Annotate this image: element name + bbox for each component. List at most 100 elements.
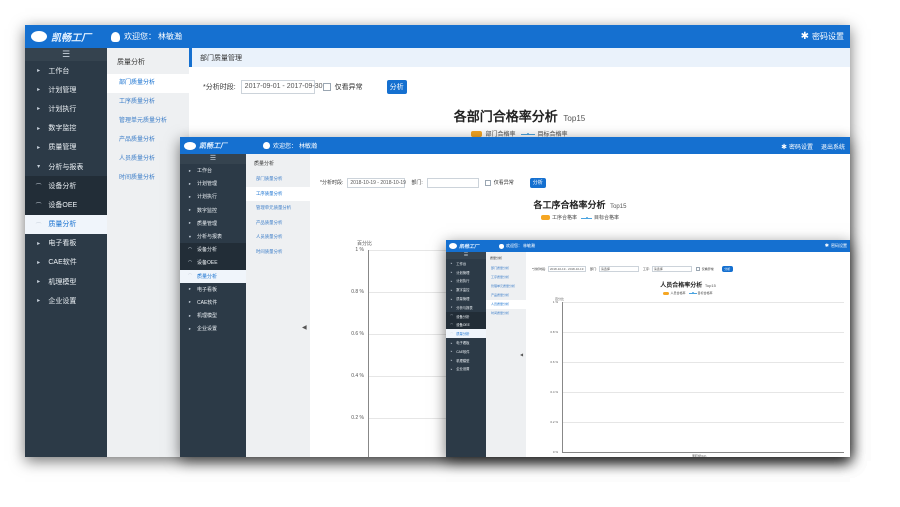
chevron-right-icon: ▸ [188,180,192,186]
subnav-item[interactable]: 人员质量分析 [486,300,526,309]
sidebar-item[interactable]: ▾ 分析与报表 [446,303,486,312]
subnav-item[interactable]: 部门质量分析 [486,264,526,273]
sidebar-item-label: 质量分析 [456,332,470,337]
sidebar-item-label: 设备分析 [48,182,77,190]
sidebar-item[interactable]: ▸ CAE软件 [25,253,107,272]
sidebar-item[interactable]: ▸ 企业设置 [446,365,486,374]
y-tick-label: 0.2 % [351,415,364,421]
process-select[interactable]: 请选择 [651,265,692,272]
subnav-item[interactable]: 产品质量分析 [107,131,189,150]
sidebar-item[interactable]: ▸ 电子看板 [180,283,246,296]
sidebar-item[interactable]: ▾ 分析与报表 [25,157,107,176]
subnav-item[interactable]: 人员质量分析 [107,150,189,169]
subnav-item[interactable]: 管理单元质量分析 [486,282,526,291]
password-settings-link[interactable]: 密码设置 [789,142,813,151]
sidebar-item[interactable]: ⌒ 设备分析 [25,176,107,196]
sidebar-item[interactable]: ⌒ 质量分析 [180,269,246,283]
only-abnormal-checkbox[interactable] [322,82,331,91]
subnav-item[interactable]: 管理单元质量分析 [246,201,310,216]
period-input[interactable]: 2017-09-01 - 2017-09-30 [240,79,323,94]
logo: 凯畅工厂 [31,29,91,44]
chevron-down-icon: ▾ [188,233,192,239]
sidebar-item[interactable]: ▾ 分析与报表 [180,230,246,243]
sidebar-item[interactable]: ▸ 企业设置 [25,291,107,310]
sidebar-item[interactable]: ▸ 企业设置 [180,322,246,335]
sidebar-item[interactable]: ▸ 工作台 [446,259,486,268]
sidebar-item[interactable]: ▸ CAE软件 [446,347,486,356]
logo: 凯畅工厂 [184,141,227,151]
sidebar-item[interactable]: ▸ 质量管理 [25,138,107,157]
sidebar-item[interactable]: ▸ 电子看板 [25,234,107,253]
subnav-item[interactable]: 工序质量分析 [486,273,526,282]
subnav-item[interactable]: 部门质量分析 [246,172,310,187]
collapse-handle[interactable]: ◀ [302,324,307,331]
sidebar-item[interactable]: ▸ CAE软件 [180,296,246,309]
menu-icon[interactable]: ☰ [25,48,107,61]
sidebar-item-label: 计划执行 [456,279,470,284]
subnav-item[interactable]: 时间质量分析 [107,169,189,188]
period-input[interactable]: 2018-10-19 - 2018-10-19 [347,177,406,188]
subnav-item[interactable]: 部门质量分析 [107,74,189,93]
analyze-button[interactable]: 分析 [529,177,546,188]
subnav-item[interactable]: 时间质量分析 [246,245,310,260]
subnav-item[interactable]: 人员质量分析 [246,230,310,245]
only-abnormal-checkbox[interactable] [484,179,491,186]
sidebar-item[interactable]: ▸ 数字监控 [25,119,107,138]
analyze-button[interactable]: 分析 [721,265,733,272]
sidebar-item[interactable]: ▸ 机理模型 [446,356,486,365]
sidebar-item[interactable]: ▸ 计划管理 [180,177,246,190]
subnav-item[interactable]: 产品质量分析 [246,216,310,231]
analyze-button[interactable]: 分析 [386,79,407,94]
menu-icon[interactable]: ☰ [446,252,486,259]
sidebar-item[interactable]: ⌒ 设备分析 [446,311,486,321]
sidebar-item[interactable]: ▸ 质量管理 [180,217,246,230]
collapse-handle[interactable]: ◀ [520,352,523,357]
sidebar-item[interactable]: ▸ 计划执行 [446,277,486,286]
sidebar-item[interactable]: ⌒ 设备OEE [446,320,486,330]
y-axis-unit: 百分比 [357,241,373,247]
sidebar-item[interactable]: ▸ 计划管理 [446,268,486,277]
sidebar-item[interactable]: ⌒ 质量分析 [25,214,107,234]
chevron-right-icon: ▸ [450,358,453,363]
sidebar-item[interactable]: ▸ 计划管理 [25,80,107,99]
sidebar-item[interactable]: ⌒ 设备分析 [180,243,246,257]
sidebar-item[interactable]: ▸ 电子看板 [446,338,486,347]
sidebar-item[interactable]: ▸ 计划执行 [25,99,107,118]
sidebar-item[interactable]: ▸ 工作台 [180,164,246,177]
sidebar-item[interactable]: ⌒ 质量分析 [446,329,486,339]
password-settings-link[interactable]: ✱ 密码设置 [801,31,844,42]
user-icon [499,243,505,249]
top-right-links: ✱ 密码设置 退出系统 [781,142,845,152]
only-abnormal-label: 仅看异常 [701,266,714,271]
sidebar-item[interactable]: ⌒ 设备OEE [25,195,107,215]
sidebar-item[interactable]: ▸ 数字监控 [446,285,486,294]
chevron-right-icon: ▸ [450,366,453,371]
sidebar-item[interactable]: ⌒ 设备OEE [180,256,246,270]
only-abnormal-checkbox[interactable] [695,266,700,271]
subnav-head: 质量分析 [490,256,503,260]
sidebar-item[interactable]: ▸ 机理模型 [180,309,246,322]
period-input[interactable]: 2018-10-19 - 2018-10-19 [548,265,587,272]
sidebar-item[interactable]: ▸ 工作台 [25,61,107,80]
sidebar-item[interactable]: ▸ 机理模型 [25,272,107,291]
chevron-right-icon: ▸ [450,340,453,345]
window-personnel-quality: 凯畅工厂 欢迎您： 林敏瀚 ✱ 密码设置 ☰ ▸ 工作台 ▸ 计划管理 ▸ 计划执行 ▸ 数字… [446,240,850,457]
subnav-item[interactable]: 管理单元质量分析 [107,112,189,131]
menu-icon[interactable]: ☰ [180,154,246,164]
x-tick-label: 李晓斌(10) [692,454,707,457]
grid-line [562,392,844,393]
sidebar-item[interactable]: ▸ 质量管理 [446,294,486,303]
logout-link[interactable]: 退出系统 [821,142,845,151]
password-settings-link[interactable]: ✱ 密码设置 [825,243,847,249]
department-select[interactable]: 请选择 [598,265,639,272]
subnav-item[interactable]: 工序质量分析 [107,93,189,112]
subnav-item[interactable]: 时间质量分析 [486,309,526,318]
sidebar-item[interactable]: ▸ 数字监控 [180,204,246,217]
subnav-item[interactable]: 产品质量分析 [486,291,526,300]
department-select[interactable] [426,177,479,188]
y-tick-label: 0 % [552,450,558,455]
sidebar-item[interactable]: ▸ 计划执行 [180,190,246,203]
subnav-item[interactable]: 工序质量分析 [246,186,310,201]
sidebar-item-label: 设备OEE [197,260,218,267]
only-abnormal-label: 仅看异常 [334,83,363,91]
